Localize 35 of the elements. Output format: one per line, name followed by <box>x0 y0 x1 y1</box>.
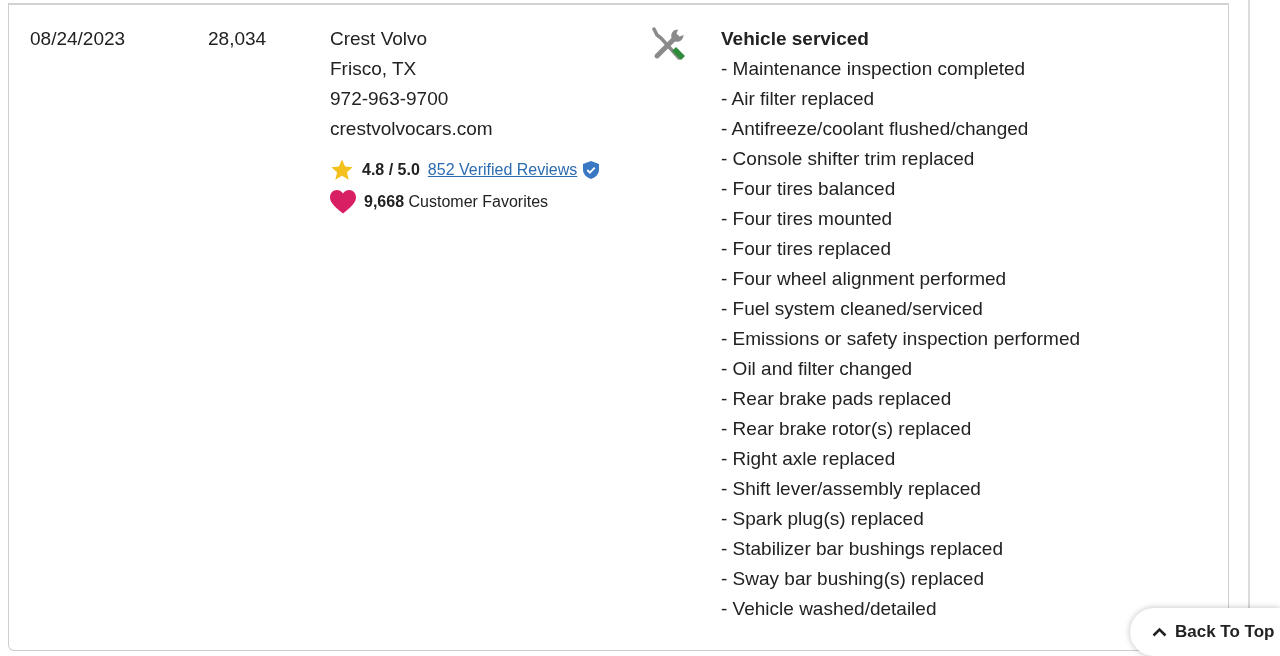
back-to-top-button[interactable]: Back To Top <box>1130 608 1280 656</box>
service-item: - Vehicle washed/detailed <box>721 597 937 621</box>
service-item: - Four wheel alignment performed <box>721 267 1007 291</box>
star-icon <box>330 158 354 182</box>
chevron-up-icon <box>1152 627 1167 637</box>
wrench-screwdriver-icon <box>650 27 686 63</box>
service-item: - Right axle replaced <box>721 447 896 471</box>
shop-location: Frisco, TX <box>330 57 417 81</box>
mileage: 28,034 <box>208 27 267 51</box>
service-item: - Spark plug(s) replaced <box>721 507 924 531</box>
service-item: - Emissions or safety inspection performed <box>721 327 1081 351</box>
customer-favorites-text: 9,668 Customer Favorites <box>364 192 549 212</box>
shop-name: Crest Volvo <box>330 27 428 51</box>
service-item: - Console shifter trim replaced <box>721 147 975 171</box>
service-item: - Air filter replaced <box>721 87 875 111</box>
service-item: - Shift lever/assembly replaced <box>721 477 981 501</box>
service-item: - Fuel system cleaned/serviced <box>721 297 983 321</box>
service-item: - Four tires balanced <box>721 177 896 201</box>
service-item: - Stabilizer bar bushings replaced <box>721 537 1003 561</box>
shield-check-icon <box>583 161 600 179</box>
service-item: - Four tires replaced <box>721 237 891 261</box>
service-date: 08/24/2023 <box>30 27 126 51</box>
service-item: - Maintenance inspection completed <box>721 57 1026 81</box>
service-item: - Four tires mounted <box>721 207 893 231</box>
rating-text: 4.8 / 5.0 <box>362 160 420 180</box>
service-title: Vehicle serviced <box>721 27 869 51</box>
service-item: - Oil and filter changed <box>721 357 913 381</box>
shop-website: crestvolvocars.com <box>330 117 493 141</box>
shop-phone: 972-963-9700 <box>330 87 449 111</box>
service-item: - Sway bar bushing(s) replaced <box>721 567 984 591</box>
verified-reviews-link[interactable]: 852 Verified Reviews <box>427 155 578 185</box>
heart-icon <box>330 190 356 214</box>
service-item: - Rear brake rotor(s) replaced <box>721 417 972 441</box>
service-item: - Antifreeze/coolant flushed/changed <box>721 117 1029 141</box>
service-item: - Rear brake pads replaced <box>721 387 952 411</box>
